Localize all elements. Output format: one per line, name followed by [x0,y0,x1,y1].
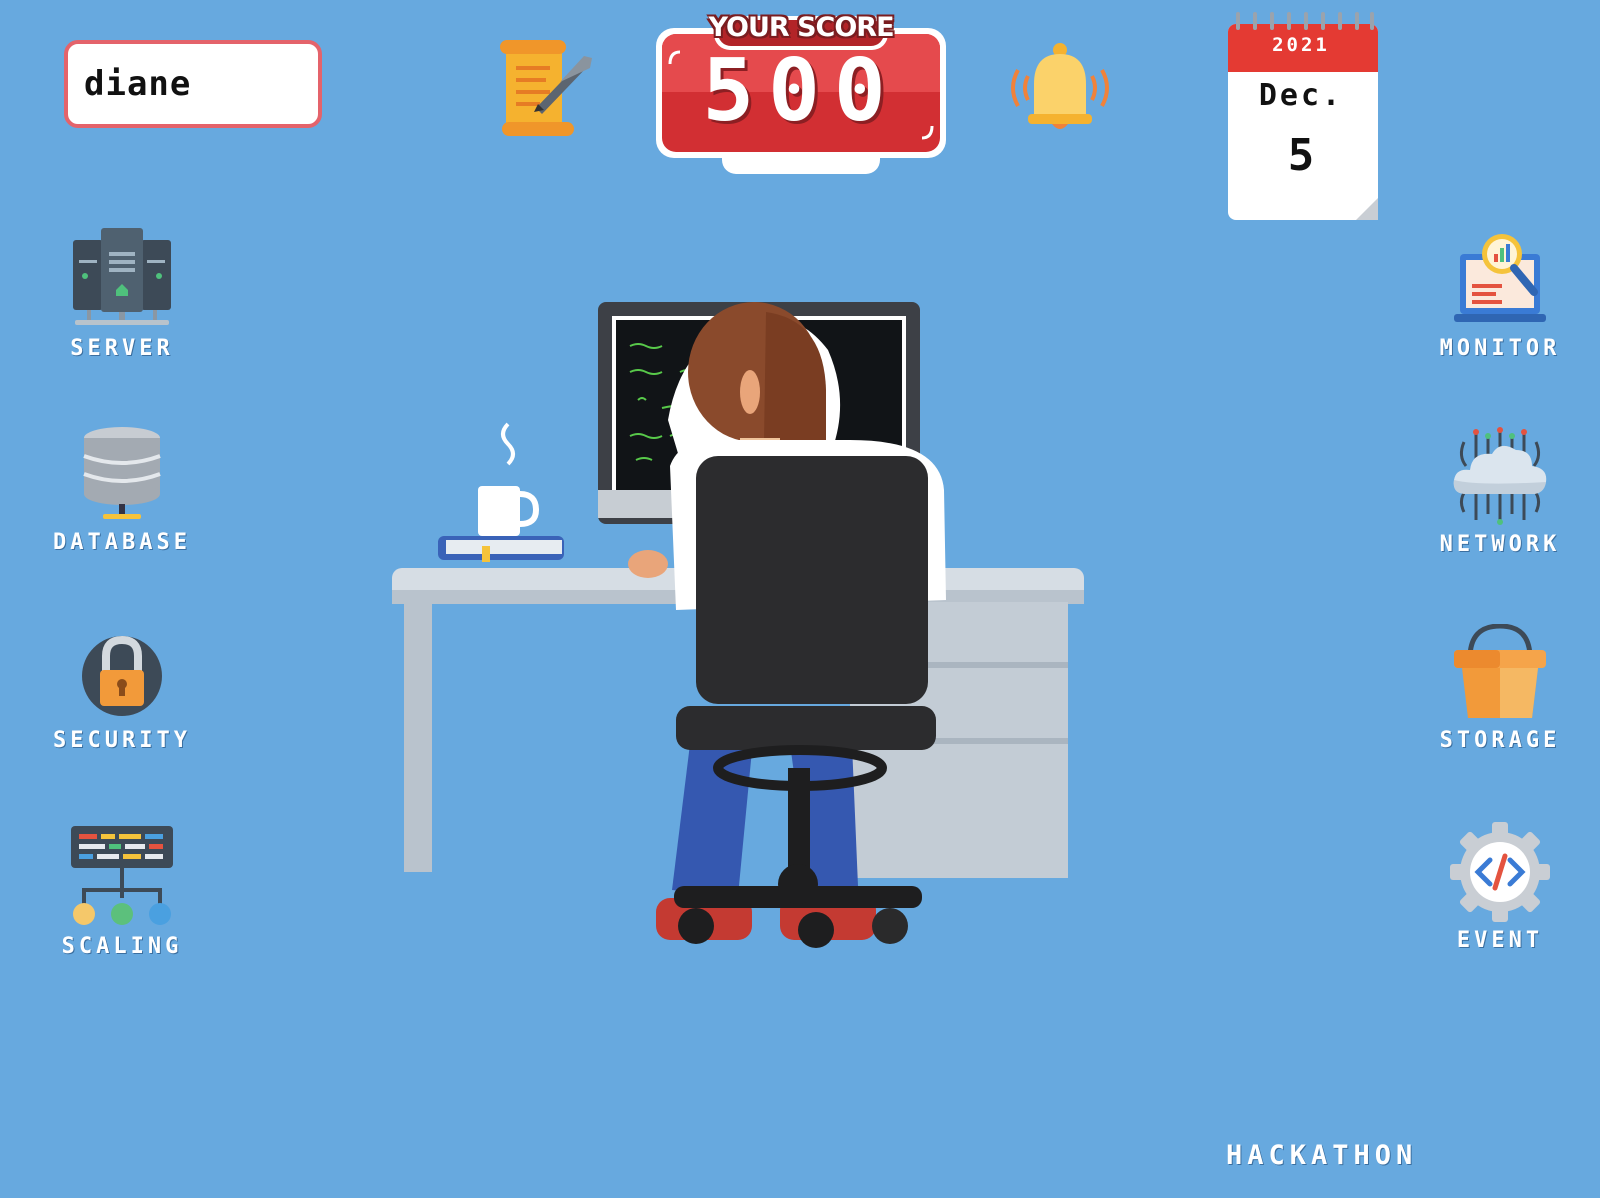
bucket-icon [1454,624,1546,718]
menu-label-scaling: SCALING [61,934,183,959]
score-value: 500 [702,41,900,141]
menu-label-server: SERVER [70,336,174,361]
menu-item-storage[interactable]: STORAGE [1400,624,1600,753]
menu-label-storage: STORAGE [1439,728,1561,753]
lock-icon [82,635,162,716]
cloud-network-icon [1453,427,1547,525]
score-board: YOUR SCORE 500 [654,12,948,178]
menu-item-network[interactable]: NETWORK [1400,426,1600,557]
menu-label-monitor: MONITOR [1439,336,1561,361]
menu-item-monitor[interactable]: MONITOR [1400,230,1600,361]
menu-label-network: NETWORK [1439,532,1561,557]
menu-label-database: DATABASE [53,530,191,555]
hackathon-link[interactable]: HACKATHON [1226,1140,1417,1171]
monitor-icon [1454,234,1546,322]
developer-desk-scene [392,302,1084,948]
menu-label-event: EVENT [1456,928,1544,953]
menu-item-event[interactable]: EVENT [1400,822,1600,953]
menu-item-database[interactable]: DATABASE [22,426,222,555]
calendar-year: 2021 [1272,34,1330,56]
menu-item-server[interactable]: SERVER [22,226,222,361]
database-icon [83,427,161,519]
menu-item-scaling[interactable]: SCALING [22,824,222,959]
calendar-month: Dec. [1258,78,1344,113]
calendar-day: 5 [1287,130,1315,181]
game-stage: diane YOUR SCORE 500 2021 Dec. 5 SERVER … [0,0,1600,1198]
scaling-icon [71,826,173,925]
code-gear-icon [1450,822,1550,922]
username-display: diane [64,40,322,128]
menu-label-security: SECURITY [53,728,191,753]
score-label: YOUR SCORE [708,12,894,43]
scroll-quill-icon[interactable] [488,38,598,142]
bell-icon[interactable] [1004,40,1116,140]
server-icon [73,228,171,325]
menu-item-security[interactable]: SECURITY [22,626,222,753]
